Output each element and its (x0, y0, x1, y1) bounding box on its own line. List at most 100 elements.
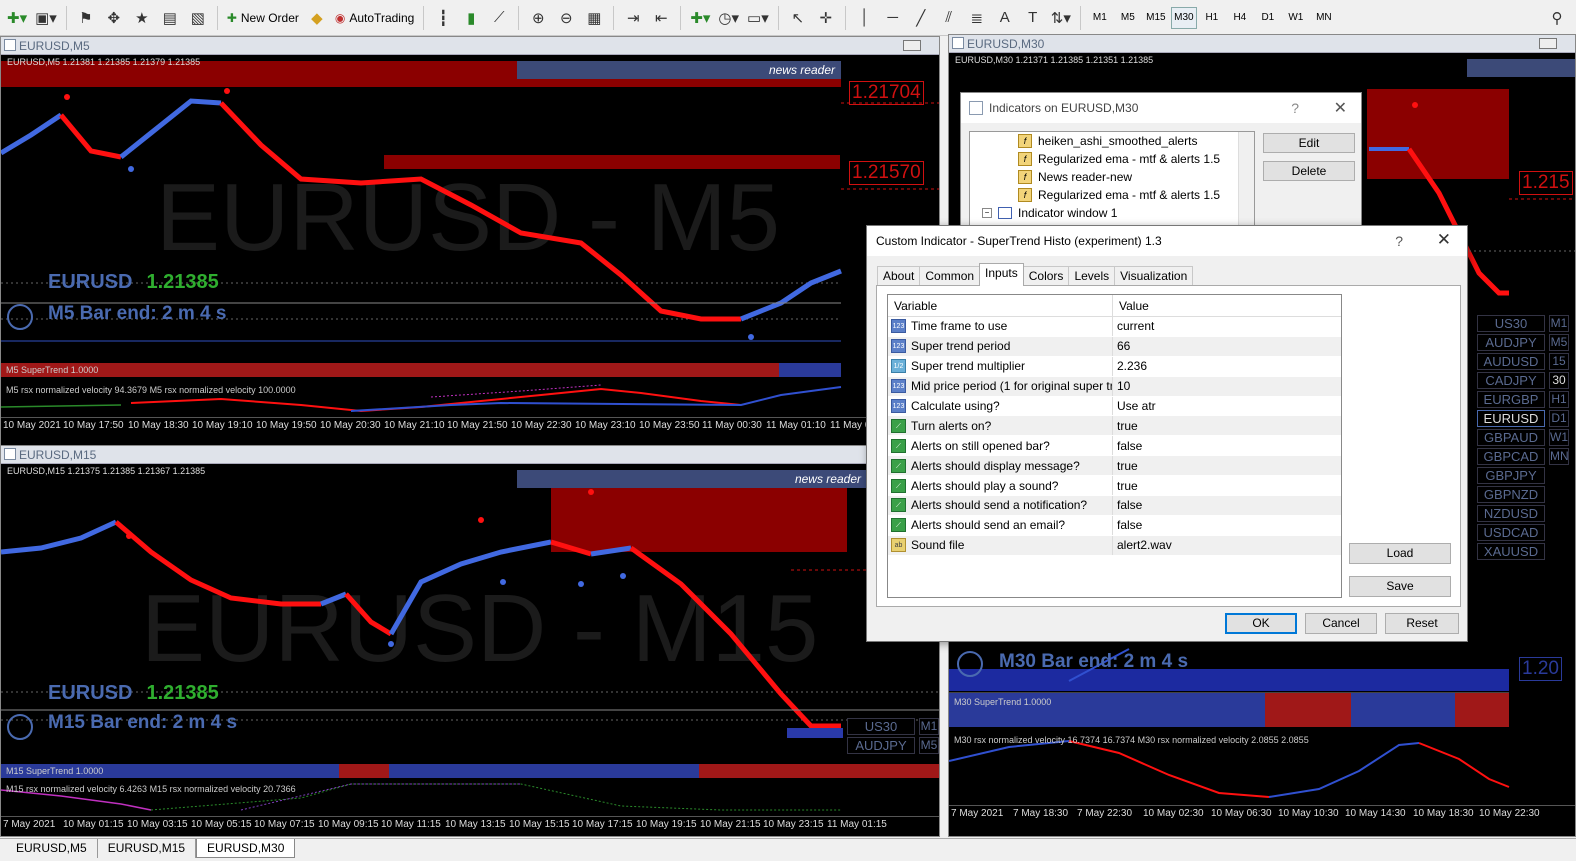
fibonacci-icon[interactable]: ≣ (964, 5, 990, 31)
candlestick-icon[interactable]: ▮ (458, 5, 484, 31)
input-row[interactable]: 123 Time frame to use current (888, 317, 1341, 337)
chart-window-m5[interactable]: EURUSD,M5 EURUSD - M5 news reader 1.2170… (0, 36, 940, 450)
tf-w1-button[interactable]: W1 (1283, 7, 1309, 29)
crosshair-icon[interactable]: ✛ (813, 5, 839, 31)
value-cell[interactable]: current (1113, 317, 1341, 336)
tf-switch-m15[interactable]: 15 (1549, 353, 1569, 370)
symbol-button-audusd[interactable]: AUDUSD (1477, 353, 1545, 370)
chart-shift-icon[interactable]: ⇤ (648, 5, 674, 31)
profiles-icon[interactable]: ▣▾ (32, 5, 60, 31)
chart-tab-m5[interactable]: EURUSD,M5 (6, 839, 98, 858)
symbol-button-audjpy[interactable]: AUDJPY (847, 737, 915, 754)
tf-m30-button[interactable]: M30 (1170, 6, 1197, 29)
tf-switch-d1[interactable]: D1 (1549, 410, 1569, 427)
value-cell[interactable]: alert2.wav (1113, 536, 1341, 555)
delete-button[interactable]: Delete (1263, 161, 1355, 181)
metaeditor-icon[interactable]: ◆ (304, 5, 330, 31)
new-chart-icon[interactable]: ✚▾ (4, 5, 30, 31)
minimize-button[interactable] (1539, 38, 1557, 49)
tab-common[interactable]: Common (919, 266, 981, 286)
input-row[interactable]: 123 Super trend period 66 (888, 336, 1341, 357)
tf-switch-h1[interactable]: H1 (1549, 391, 1569, 408)
tile-windows-icon[interactable]: ▦ (581, 5, 607, 31)
tf-switch-mn[interactable]: MN (1549, 448, 1569, 465)
search-icon[interactable]: ⚲ (1544, 5, 1570, 31)
close-icon[interactable]: ✕ (1334, 98, 1347, 118)
tf-m5-button[interactable]: M5 (1115, 7, 1141, 29)
tf-d1-button[interactable]: D1 (1255, 7, 1281, 29)
symbol-button-xauusd[interactable]: XAUUSD (1477, 543, 1545, 560)
symbol-button-eurusd[interactable]: EURUSD (1477, 410, 1545, 427)
new-order-button[interactable]: ✚ New Order (224, 5, 302, 31)
auto-scroll-icon[interactable]: ⇥ (620, 5, 646, 31)
input-row[interactable]: ⟋ Alerts should play a sound? true (888, 476, 1341, 497)
arrows-icon[interactable]: ⇅▾ (1048, 5, 1074, 31)
chart-tab-m15[interactable]: EURUSD,M15 (98, 839, 197, 858)
value-cell[interactable]: true (1113, 476, 1341, 495)
value-cell[interactable]: Use atr (1113, 397, 1341, 416)
tf-switch-m30[interactable]: 30 (1549, 372, 1569, 389)
tf-m15-button[interactable]: M15 (1143, 7, 1169, 29)
autotrading-button[interactable]: ◉ AutoTrading (332, 5, 417, 31)
tab-levels[interactable]: Levels (1068, 266, 1116, 286)
collapse-icon[interactable]: − (982, 208, 992, 218)
horizontal-line-icon[interactable]: ─ (880, 5, 906, 31)
text-label-icon[interactable]: T (1020, 5, 1046, 31)
load-button[interactable]: Load (1349, 543, 1451, 564)
tf-switch-m5[interactable]: M5 (1549, 334, 1569, 351)
tf-switch-m5[interactable]: M5 (919, 737, 939, 754)
symbol-button-usdcad[interactable]: USDCAD (1477, 524, 1545, 541)
window-titlebar[interactable]: EURUSD,M30 (949, 35, 1575, 53)
trendline-icon[interactable]: ╱ (908, 5, 934, 31)
dialog-titlebar[interactable]: Custom Indicator - SuperTrend Histo (exp… (867, 226, 1467, 256)
tab-about[interactable]: About (877, 266, 921, 286)
input-row[interactable]: 123 Mid price period (1 for original supe… (888, 376, 1341, 397)
value-cell[interactable]: 66 (1113, 337, 1341, 356)
ok-button[interactable]: OK (1225, 613, 1297, 634)
value-cell[interactable]: false (1113, 496, 1341, 515)
column-header-value[interactable]: Value (1113, 295, 1341, 316)
tf-switch-m1[interactable]: M1 (919, 718, 939, 735)
cancel-button[interactable]: Cancel (1305, 613, 1377, 634)
chart-window-m15[interactable]: EURUSD,M15 EURUSD - M15 news reader EURU… (0, 445, 940, 837)
line-chart-icon[interactable]: ⟋ (486, 5, 512, 31)
edit-button[interactable]: Edit (1263, 133, 1355, 153)
zoom-in-icon[interactable]: ⊕ (525, 5, 551, 31)
symbol-button-gbpaud[interactable]: GBPAUD (1477, 429, 1545, 446)
tree-item[interactable]: f heiken_ashi_smoothed_alerts (970, 132, 1254, 150)
value-cell[interactable]: 2.236 (1113, 357, 1341, 376)
tree-item[interactable]: f Regularized ema - mtf & alerts 1.5 (970, 150, 1254, 168)
tf-m1-button[interactable]: M1 (1087, 7, 1113, 29)
data-window-icon[interactable]: ✥ (101, 5, 127, 31)
input-row[interactable]: ⟋ Turn alerts on? true (888, 416, 1341, 437)
tab-colors[interactable]: Colors (1022, 266, 1070, 286)
chart-tab-m30[interactable]: EURUSD,M30 (196, 839, 296, 858)
strategy-tester-icon[interactable]: ▧ (185, 5, 211, 31)
input-row[interactable]: ⟋ Alerts should display message? true (888, 456, 1341, 477)
symbol-button-gbpnzd[interactable]: GBPNZD (1477, 486, 1545, 503)
channel-icon[interactable]: ⫽ (936, 5, 962, 31)
tf-mn-button[interactable]: MN (1311, 7, 1337, 29)
symbol-button-cadjpy[interactable]: CADJPY (1477, 372, 1545, 389)
symbol-button-audjpy[interactable]: AUDJPY (1477, 334, 1545, 351)
tf-h1-button[interactable]: H1 (1199, 7, 1225, 29)
column-header-variable[interactable]: Variable (888, 295, 1113, 316)
symbol-button-eurgbp[interactable]: EURGBP (1477, 391, 1545, 408)
market-watch-icon[interactable]: ⚑ (73, 5, 99, 31)
input-row[interactable]: 123 Calculate using? Use atr (888, 396, 1341, 417)
close-icon[interactable]: ✕ (1437, 230, 1451, 250)
window-titlebar[interactable]: EURUSD,M15 (1, 446, 939, 464)
tf-switch-m1[interactable]: M1 (1549, 315, 1569, 332)
help-icon[interactable]: ? (1291, 100, 1299, 116)
cursor-icon[interactable]: ↖ (785, 5, 811, 31)
value-cell[interactable]: 10 (1113, 377, 1341, 396)
vertical-line-icon[interactable]: │ (852, 5, 878, 31)
input-row[interactable]: ⟋ Alerts should send a notification? false (888, 496, 1341, 516)
bar-chart-icon[interactable]: ┇ (430, 5, 456, 31)
text-icon[interactable]: A (992, 5, 1018, 31)
tree-item[interactable]: − Indicator window 1 (970, 204, 1254, 222)
value-cell[interactable]: true (1113, 456, 1341, 475)
value-cell[interactable]: false (1113, 436, 1341, 455)
symbol-button-nzdusd[interactable]: NZDUSD (1477, 505, 1545, 522)
value-cell[interactable]: false (1113, 516, 1341, 535)
